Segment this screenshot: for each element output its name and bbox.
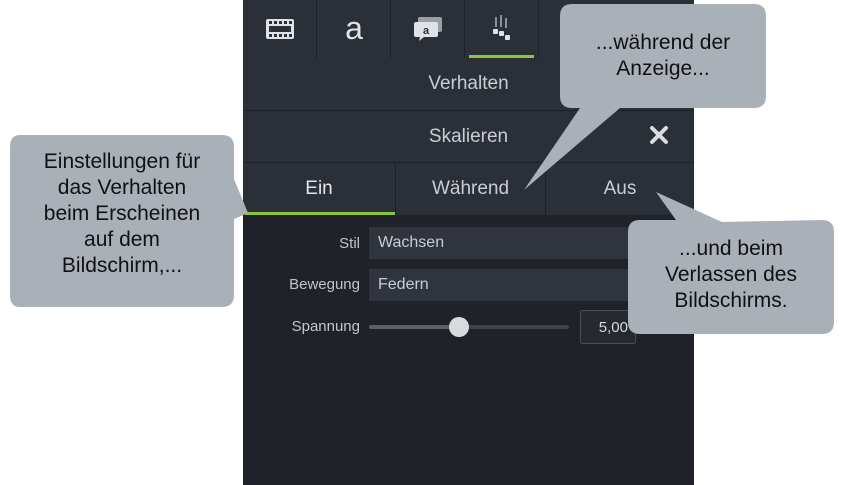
style-label: Stil [339,235,360,252]
callout-top-text: ...während der Anzeige... [595,31,731,80]
motion-label: Bewegung [289,276,360,293]
callout-left: Einstellungen für das Verhalten beim Ers… [8,133,248,309]
tension-label: Spannung [291,318,360,335]
tab-in[interactable]: Ein [243,163,395,215]
callout-right: ...und beim Verlassen des Bildschirms. [626,190,838,336]
behavior-header-label: Verhalten [428,73,509,94]
callout-top: ...während der Anzeige... [520,2,770,192]
effect-header-label: Skalieren [428,126,509,147]
callout-right-text: ...und beim Verlassen des Bildschirms. [665,237,797,312]
tab-callouts[interactable]: a [391,0,465,58]
behaviors-icon [492,15,510,40]
tab-in-label: Ein [305,178,333,199]
callout-left-text: Einstellungen für das Verhalten beim Ers… [43,150,201,277]
film-strip-icon [265,19,294,39]
tab-media[interactable] [243,0,317,58]
svg-text:a: a [345,12,363,46]
tab-annotations[interactable]: a [317,0,391,58]
tension-slider-thumb[interactable] [449,317,469,337]
tension-value: 5,00 [598,318,628,336]
motion-value: Federn [378,276,429,293]
tension-slider-fill [369,325,459,329]
svg-text:a: a [422,25,429,37]
callout-bubble-icon: a [413,17,442,41]
annotation-letter-a-icon: a [345,12,363,46]
style-value: Wachsen [378,234,445,251]
tab-during-label: Während [431,178,510,199]
